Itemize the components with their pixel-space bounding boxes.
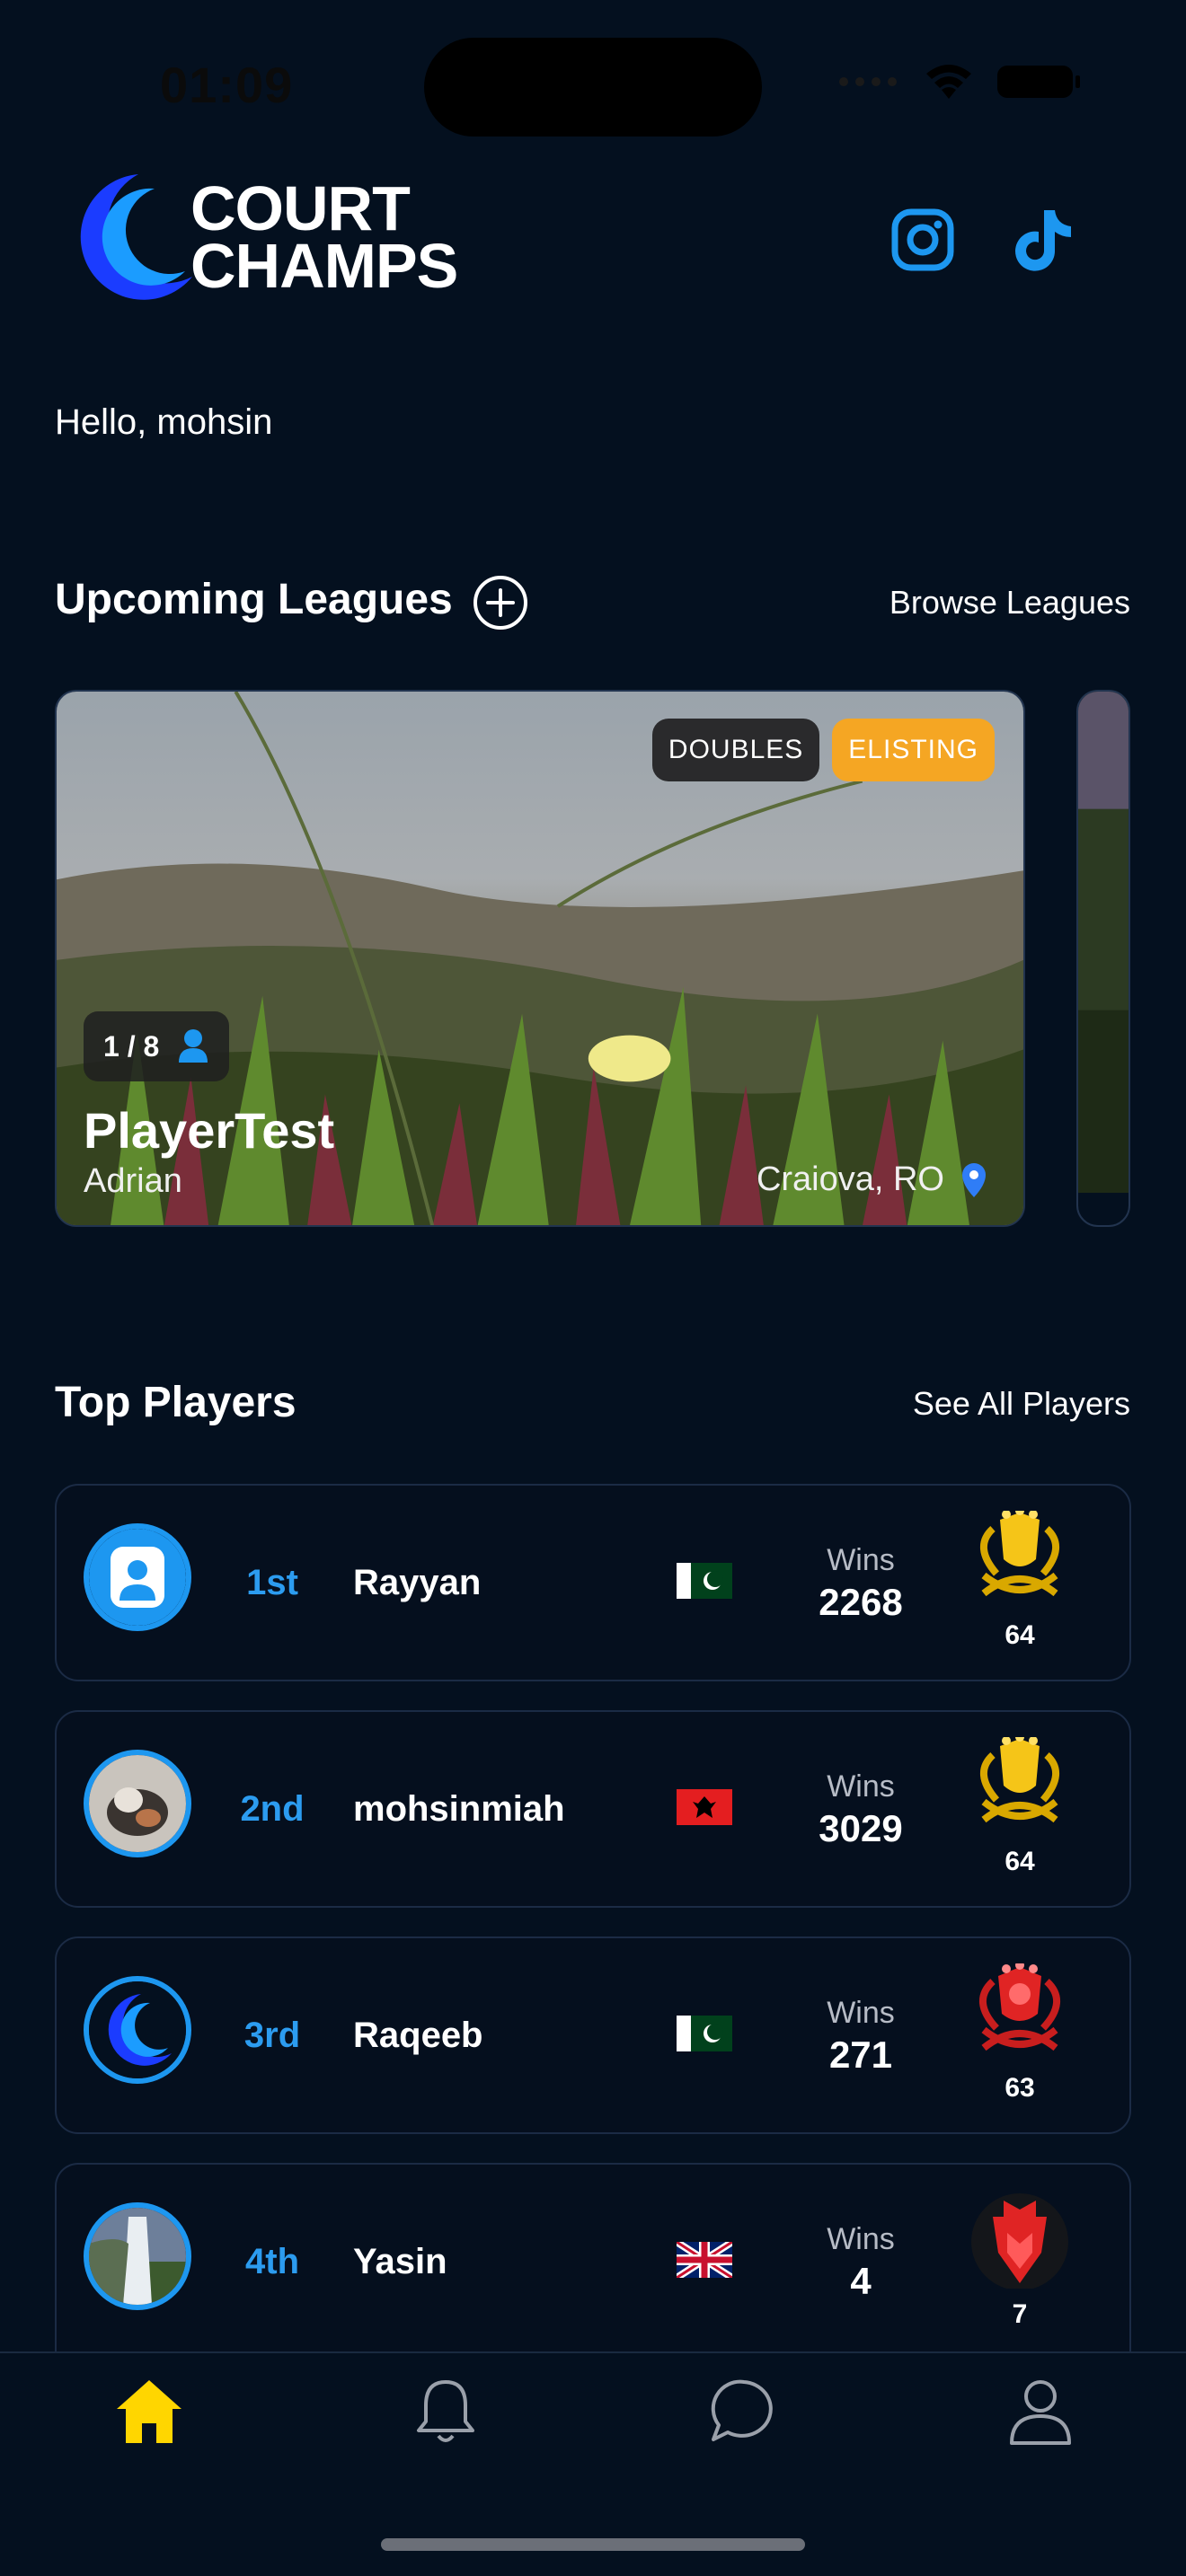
player-row[interactable]: 4th Yasin Wins 4 7 [55, 2163, 1131, 2351]
wins-value: 271 [828, 2033, 893, 2076]
wifi-icon [926, 65, 971, 99]
add-league-icon[interactable] [473, 575, 528, 631]
battery-icon [997, 66, 1080, 98]
player-count: 1 / 8 [103, 1029, 160, 1063]
wins-label: Wins [827, 1769, 895, 1804]
cat-photo-avatar [89, 1755, 186, 1852]
avatar [84, 1976, 191, 2084]
logo-line-2: CHAMPS [190, 231, 458, 301]
league-badges: DOUBLES ELISTING [651, 719, 995, 781]
player-level: 64 [1005, 1620, 1035, 1650]
player-rank: 3rd [243, 2016, 301, 2055]
logo-wordmark: COURT CHAMPS [190, 173, 458, 301]
wins-value: 4 [850, 2260, 872, 2302]
instagram-icon[interactable] [891, 208, 954, 271]
red-shield-icon [971, 2193, 1068, 2289]
player-rank: 1st [246, 1563, 298, 1602]
league-location: Craiova, RO [757, 1160, 987, 1199]
gold-trophy-icon [980, 1737, 1059, 1823]
league-owner: Adrian [84, 1162, 182, 1200]
player-count-chip: 1 / 8 [84, 1011, 230, 1081]
tiktok-icon[interactable] [1012, 207, 1075, 273]
court-champs-logo-avatar [89, 1981, 186, 2078]
pakistan-flag-icon [677, 1563, 732, 1599]
profile-icon[interactable] [1005, 2375, 1076, 2447]
browse-leagues-link[interactable]: Browse Leagues [890, 584, 1130, 622]
wins-label: Wins [827, 2222, 895, 2256]
gold-trophy-icon [980, 1511, 1059, 1597]
chat-icon[interactable] [708, 2375, 780, 2447]
player-rank: 4th [245, 2242, 299, 2281]
see-all-players-link[interactable]: See All Players [913, 1385, 1130, 1423]
bell-icon[interactable] [410, 2375, 482, 2447]
league-name: PlayerTest [84, 1102, 335, 1159]
wins-value: 3029 [819, 1807, 903, 1849]
red-trophy-icon [978, 1963, 1061, 2051]
logo-line-1: COURT [190, 173, 411, 243]
greeting-text: Hello, mohsin [55, 402, 273, 442]
wins-label: Wins [827, 1543, 895, 1577]
player-level: 63 [1005, 2073, 1035, 2103]
waterfall-photo-avatar [89, 2208, 186, 2305]
avatar [84, 1523, 191, 1631]
avatar [84, 2202, 191, 2310]
wins-label: Wins [827, 1996, 895, 2030]
doubles-badge: DOUBLES [651, 719, 820, 781]
player-row[interactable]: 1st Rayyan Wins 2268 64 [55, 1484, 1131, 1681]
listing-badge: ELISTING [832, 719, 995, 781]
home-indicator [381, 2538, 805, 2551]
pakistan-flag-icon [677, 2016, 732, 2051]
upcoming-leagues-title: Upcoming Leagues [55, 576, 453, 623]
location-pin-icon [962, 1162, 986, 1197]
person-icon [179, 1029, 208, 1063]
status-time: 01:09 [160, 57, 294, 113]
player-name: Yasin [353, 2242, 447, 2281]
uk-flag-icon [677, 2242, 732, 2278]
league-card[interactable]: DOUBLES ELISTING 1 / 8 PlayerTest Adrian… [55, 690, 1025, 1227]
player-row[interactable]: 3rd Raqeeb Wins 271 63 [55, 1936, 1131, 2134]
player-level: 7 [1012, 2299, 1028, 2329]
player-row[interactable]: 2nd mohsinmiah Wins 3029 64 [55, 1710, 1131, 1908]
player-level: 64 [1005, 1847, 1035, 1876]
league-cover-image-next [1078, 692, 1128, 1194]
player-name: Raqeeb [353, 2016, 483, 2055]
dynamic-island [424, 38, 762, 137]
player-rank: 2nd [240, 1789, 305, 1829]
location-text: Craiova, RO [756, 1160, 944, 1198]
signal-dots-icon [839, 77, 897, 86]
default-avatar-icon [89, 1529, 186, 1626]
wins-value: 2268 [819, 1581, 903, 1623]
league-card-next[interactable] [1076, 690, 1130, 1227]
player-name: Rayyan [353, 1563, 482, 1602]
home-icon[interactable] [113, 2375, 185, 2447]
avatar [84, 1750, 191, 1857]
status-icons [837, 63, 1080, 101]
top-players-title: Top Players [55, 1379, 296, 1426]
albania-flag-icon [677, 1789, 732, 1825]
player-name: mohsinmiah [353, 1789, 565, 1829]
